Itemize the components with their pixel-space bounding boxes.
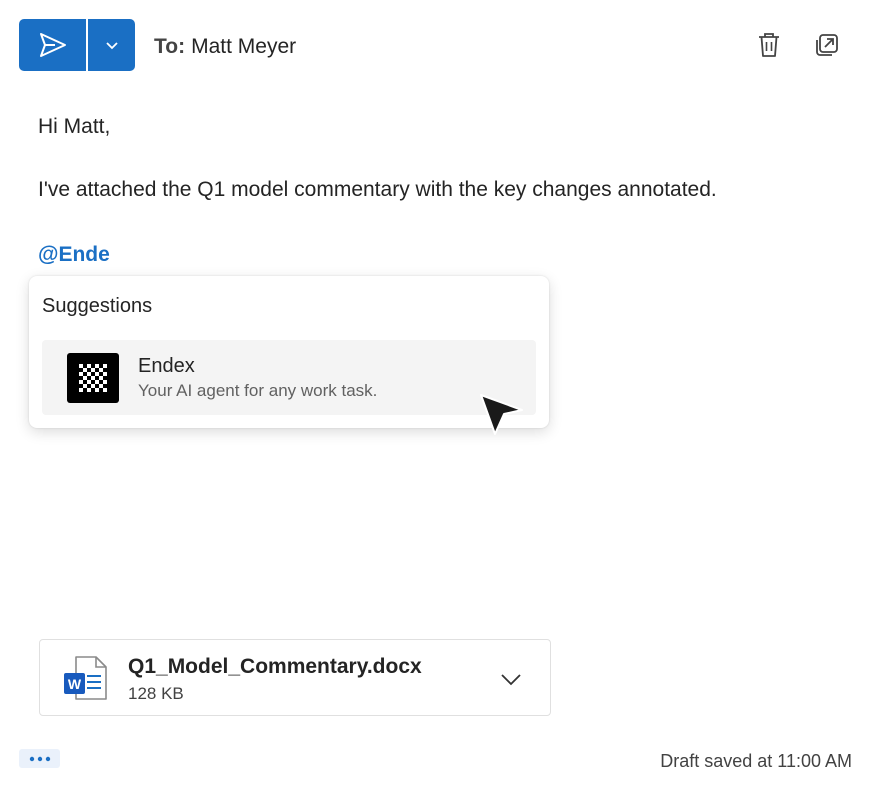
suggestions-title: Suggestions [42,295,153,317]
word-document-icon: W [64,656,107,700]
more-options-button[interactable] [19,749,60,768]
send-split-button [19,19,135,71]
more-options-icon [29,756,50,761]
mouse-pointer-icon [480,394,523,435]
delete-button[interactable] [754,30,784,60]
chevron-down-icon [105,42,118,50]
mention-text[interactable]: @Ende [38,243,110,267]
recipient-name: Matt Meyer [191,35,297,58]
trash-icon [759,33,779,57]
draft-status: Draft saved at 11:00 AM [660,751,852,771]
suggestions-popup: Suggestions Endex Your AI agent for any … [29,276,549,428]
popout-button[interactable] [812,30,842,60]
send-icon [39,33,66,57]
suggestion-item-endex[interactable]: Endex Your AI agent for any work task. [42,340,536,415]
recipient-line[interactable]: To: Matt Meyer [154,35,296,59]
suggestion-name: Endex [138,355,195,377]
send-options-button[interactable] [88,19,135,71]
svg-text:W: W [68,676,82,692]
chevron-down-icon[interactable] [499,667,523,691]
attachment-file-name: Q1_Model_Commentary.docx [128,655,422,678]
endex-logo-icon [67,353,119,403]
suggestion-description: Your AI agent for any work task. [138,381,378,400]
to-label: To: [154,35,186,58]
popout-icon [816,34,838,56]
attachment-file-size: 128 KB [128,684,184,703]
send-button[interactable] [19,19,86,71]
attachment-card[interactable]: W Q1_Model_Commentary.docx 128 KB [39,639,551,716]
body-paragraph: I've attached the Q1 model commentary wi… [38,178,717,201]
greeting-text: Hi Matt, [38,115,111,138]
